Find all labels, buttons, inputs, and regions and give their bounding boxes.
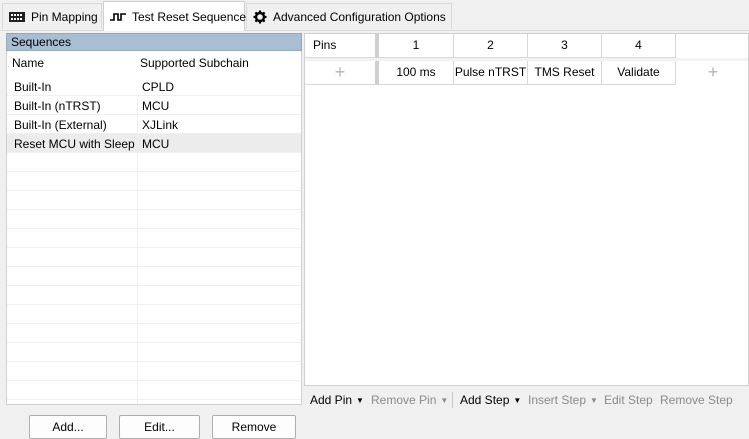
- edit-sequence-button[interactable]: Edit...: [119, 415, 200, 439]
- empty-row: [7, 229, 301, 248]
- grid-step-row: + 100 ms Pulse nTRST TMS Reset Validate …: [305, 61, 748, 85]
- tab-advanced-configuration[interactable]: Advanced Configuration Options: [246, 3, 452, 29]
- waveform-icon: [110, 10, 126, 24]
- sequence-subchain: XJLink: [142, 118, 179, 132]
- column-divider: [137, 99, 138, 404]
- tab-test-reset-sequence[interactable]: Test Reset Sequence: [103, 1, 247, 31]
- empty-row: [7, 210, 301, 229]
- add-step-button[interactable]: Add Step ▼: [460, 393, 521, 407]
- caret-down-icon: ▼: [440, 396, 449, 405]
- sequences-column-headers: Name Supported Subchain: [7, 51, 301, 73]
- column-header-subchain[interactable]: Supported Subchain: [140, 56, 249, 70]
- add-pin-button[interactable]: Add Pin ▼: [310, 393, 364, 407]
- table-row[interactable]: Built-In (nTRST) MCU: [7, 96, 301, 115]
- step-cell[interactable]: Validate: [602, 61, 676, 85]
- empty-row: [7, 267, 301, 286]
- step-number-header[interactable]: 3: [528, 34, 602, 58]
- remove-pin-button[interactable]: Remove Pin ▼: [371, 393, 448, 407]
- step-number-header[interactable]: 1: [379, 34, 454, 58]
- add-step-label: Add Step: [460, 393, 510, 407]
- grid-header-row: Pins 1 2 3 4: [305, 34, 748, 58]
- table-row[interactable]: Built-In (External) XJLink: [7, 115, 301, 134]
- empty-row: [7, 305, 301, 324]
- caret-down-icon: ▼: [590, 396, 598, 405]
- caret-down-icon: ▼: [513, 396, 522, 405]
- empty-row: [7, 362, 301, 381]
- tab-pin-mapping[interactable]: Pin Mapping: [2, 3, 102, 29]
- add-pin-plus-icon[interactable]: +: [305, 61, 379, 85]
- sequence-subchain: MCU: [142, 137, 170, 151]
- tab-label: Pin Mapping: [31, 9, 98, 24]
- step-cell[interactable]: 100 ms: [379, 61, 454, 85]
- remove-sequence-button[interactable]: Remove: [212, 415, 296, 439]
- step-number-header[interactable]: 4: [602, 34, 676, 58]
- remove-step-button[interactable]: Remove Step: [660, 393, 733, 407]
- table-row-selected[interactable]: Reset MCU with Sleep MCU: [7, 134, 301, 153]
- edit-step-button[interactable]: Edit Step: [604, 393, 653, 407]
- add-sequence-button[interactable]: Add...: [29, 415, 107, 439]
- step-cell[interactable]: Pulse nTRST: [454, 61, 528, 85]
- add-step-plus-icon[interactable]: +: [676, 61, 748, 85]
- remove-pin-label: Remove Pin: [371, 393, 437, 407]
- pins-header: Pins: [305, 34, 379, 58]
- sequence-name: Reset MCU with Sleep: [14, 137, 135, 151]
- toolbar-separator: [452, 392, 453, 408]
- sequence-name: Built-In (External): [14, 118, 107, 132]
- table-row[interactable]: Built-In CPLD: [7, 77, 301, 96]
- sequence-name: Built-In (nTRST): [14, 99, 101, 113]
- caret-down-icon: ▼: [356, 396, 364, 405]
- insert-step-label: Insert Step: [528, 393, 587, 407]
- header-divider: [305, 58, 748, 61]
- step-number-header[interactable]: 2: [454, 34, 528, 58]
- pin-mapping-icon: [9, 10, 25, 24]
- sequences-header: Sequences: [6, 33, 302, 51]
- gear-icon: [253, 10, 267, 24]
- empty-row: [7, 153, 301, 172]
- tab-label: Advanced Configuration Options: [273, 9, 446, 24]
- sequences-table[interactable]: Name Supported Subchain Built-In CPLD Bu…: [6, 51, 302, 405]
- empty-row: [7, 343, 301, 362]
- sequence-subchain: MCU: [142, 99, 170, 113]
- add-pin-label: Add Pin: [310, 393, 353, 407]
- grid-toolbar: Add Pin ▼ Remove Pin ▼ Add Step ▼ Insert St…: [304, 386, 749, 414]
- empty-row: [7, 381, 301, 400]
- empty-row: [7, 191, 301, 210]
- column-header-name[interactable]: Name: [12, 56, 44, 70]
- sequences-panel: Sequences Name Supported Subchain Built-…: [6, 33, 302, 439]
- step-cell[interactable]: TMS Reset: [528, 61, 602, 85]
- step-grid[interactable]: Pins 1 2 3 4 + 100 ms Pulse nTRST TMS Re…: [304, 33, 749, 386]
- empty-row: [7, 324, 301, 343]
- empty-row: [7, 248, 301, 267]
- sequence-subchain: CPLD: [142, 80, 175, 94]
- sequence-name: Built-In: [14, 80, 52, 94]
- empty-row: [7, 172, 301, 191]
- insert-step-button[interactable]: Insert Step ▼: [528, 393, 598, 407]
- tab-label: Test Reset Sequence: [132, 9, 247, 24]
- tab-bar: Pin Mapping Test Reset Sequence Advanced…: [0, 0, 749, 31]
- empty-row: [7, 286, 301, 305]
